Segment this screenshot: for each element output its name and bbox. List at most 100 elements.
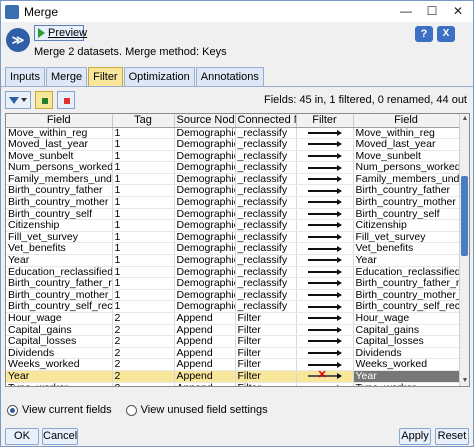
- column-header-field-out[interactable]: Field: [353, 114, 460, 128]
- table-row[interactable]: Capital_losses 2 Append Filter Capital_losse…: [6, 335, 460, 348]
- cell-field-out[interactable]: Weeks_worked: [353, 358, 460, 371]
- table-row[interactable]: Birth_country_father_recla...1Demographi…: [6, 277, 460, 290]
- column-header-source-node[interactable]: Source Node: [174, 114, 236, 128]
- filter-pass-arrow-icon[interactable]: [307, 280, 342, 287]
- filter-pass-arrow-icon[interactable]: [307, 187, 342, 194]
- filter-pass-arrow-icon[interactable]: [307, 326, 342, 333]
- filter-pass-arrow-icon[interactable]: [307, 303, 342, 310]
- table-row[interactable]: Birth_country_mother_recl...1Demographic…: [6, 289, 460, 302]
- cell-field-out[interactable]: Birth_country_father_recl...: [353, 277, 460, 290]
- cell-filter[interactable]: [296, 138, 354, 151]
- filter-pass-arrow-icon[interactable]: [307, 176, 342, 183]
- table-row[interactable]: Family_members_under181Demographic_recla…: [6, 173, 460, 186]
- cell-filter[interactable]: [296, 289, 354, 302]
- column-header-tag[interactable]: Tag: [112, 114, 175, 128]
- filter-pass-arrow-icon[interactable]: [307, 268, 342, 275]
- include-fields-toggle[interactable]: [35, 91, 53, 109]
- cell-filter[interactable]: [296, 347, 354, 360]
- window-close-button[interactable]: ✕: [445, 2, 471, 20]
- filter-pass-arrow-icon[interactable]: [307, 292, 342, 299]
- filter-pass-arrow-icon[interactable]: [307, 245, 342, 252]
- table-row[interactable]: Weeks_worked 2 Append Filter Weeks_worked: [6, 358, 460, 371]
- cell-filter[interactable]: [296, 266, 354, 279]
- cell-filter[interactable]: [296, 358, 354, 371]
- table-row[interactable]: Education_reclassified 1 Demographic _recla…: [6, 266, 460, 279]
- cell-filter[interactable]: [296, 277, 354, 290]
- maximize-button[interactable]: ☐: [419, 2, 445, 20]
- filter-pass-arrow-icon[interactable]: [307, 350, 342, 356]
- cell-filter[interactable]: [296, 208, 354, 221]
- filter-blocked-arrow-icon[interactable]: ✕: [307, 370, 342, 381]
- cell-field-out[interactable]: Capital_gains: [353, 324, 460, 337]
- cell-field-out[interactable]: Year: [353, 254, 460, 267]
- cancel-button[interactable]: Cancel: [42, 428, 78, 445]
- cell-filter[interactable]: [296, 127, 354, 140]
- cell-field-out[interactable]: Dividends: [353, 347, 460, 360]
- table-row[interactable]: Type_worker2AppendFilterType_worker: [6, 382, 460, 386]
- cell-filter[interactable]: [296, 324, 354, 337]
- table-row[interactable]: Dividends 2 Append Filter Dividends: [6, 347, 460, 360]
- filter-pass-arrow-icon[interactable]: [307, 152, 342, 159]
- filter-pass-arrow-icon[interactable]: [307, 210, 342, 217]
- filter-pass-arrow-icon[interactable]: [307, 222, 342, 229]
- table-row[interactable]: Moved_last_year 1 Demographic _reclassify Mo…: [6, 138, 460, 151]
- table-row[interactable]: Citizenship 1 Demographic _reclassify Citize…: [6, 219, 460, 232]
- tab-optimization[interactable]: Optimization: [123, 67, 195, 86]
- cell-filter[interactable]: [296, 161, 354, 174]
- cell-field-out[interactable]: Birth_country_self_reclas...: [353, 300, 460, 313]
- table-row[interactable]: Fill_vet_survey 1 Demographic _reclassify Fi…: [6, 231, 460, 244]
- scroll-up-icon[interactable]: ▲: [460, 114, 469, 124]
- cell-field-out[interactable]: Birth_country_self: [353, 208, 460, 221]
- filter-pass-arrow-icon[interactable]: [307, 257, 342, 264]
- filter-pass-arrow-icon[interactable]: [307, 164, 342, 171]
- apply-button[interactable]: Apply: [399, 428, 431, 445]
- tab-filter[interactable]: Filter: [88, 67, 123, 86]
- cell-filter[interactable]: [296, 382, 354, 386]
- cell-filter[interactable]: ✕: [296, 370, 354, 383]
- cell-field-out[interactable]: Vet_benefits: [353, 242, 460, 256]
- cell-field-out[interactable]: Family_members_under18: [353, 173, 460, 186]
- filter-pass-arrow-icon[interactable]: [307, 141, 342, 148]
- table-row[interactable]: Capital_gains 2 Append Filter Capital_gains: [6, 324, 460, 337]
- column-header-field-in[interactable]: Field: [6, 114, 113, 128]
- cell-filter[interactable]: [296, 254, 354, 267]
- table-row[interactable]: Vet_benefits 1 Demographic _reclassify Vet_b…: [6, 242, 460, 256]
- filter-pass-arrow-icon[interactable]: [307, 361, 342, 368]
- cell-field-out[interactable]: Moved_last_year: [353, 138, 460, 151]
- cell-filter[interactable]: [296, 335, 354, 348]
- table-row[interactable]: Hour_wage 2 Append Filter Hour_wage: [6, 312, 460, 325]
- filter-pass-arrow-icon[interactable]: [307, 129, 342, 136]
- cell-field-out[interactable]: Type_worker: [353, 382, 460, 386]
- view-current-fields-radio[interactable]: View current fields: [7, 404, 112, 416]
- minimize-button[interactable]: —: [393, 2, 419, 20]
- column-header-connected-node[interactable]: Connected N...: [235, 114, 297, 128]
- filter-pass-arrow-icon[interactable]: [307, 199, 342, 206]
- filter-options-dropdown[interactable]: [5, 91, 31, 109]
- cell-filter[interactable]: [296, 196, 354, 209]
- table-row[interactable]: Birth_country_self 1 Demographic _reclassif…: [6, 208, 460, 221]
- table-row[interactable]: Move_within_reg 1 Demographic _reclassify Mo…: [6, 127, 460, 140]
- cell-field-out[interactable]: Move_sunbelt: [353, 150, 460, 163]
- reset-button[interactable]: Reset: [435, 428, 469, 445]
- cell-filter[interactable]: [296, 300, 354, 313]
- close-node-button[interactable]: X: [437, 26, 455, 42]
- table-row[interactable]: Move_sunbelt 1 Demographic _reclassify Move_…: [6, 150, 460, 163]
- cell-field-out[interactable]: Education_reclassified: [353, 266, 460, 279]
- cell-field-out[interactable]: Year: [353, 370, 460, 383]
- scrollbar-thumb[interactable]: [461, 176, 468, 256]
- cell-filter[interactable]: [296, 173, 354, 186]
- cell-field-out[interactable]: Num_persons_worked: [353, 161, 460, 174]
- tab-merge[interactable]: Merge: [45, 67, 88, 86]
- table-row[interactable]: Year 2 Append Filter ✕ Year: [6, 370, 460, 383]
- cell-filter[interactable]: [296, 219, 354, 232]
- ok-button[interactable]: OK: [5, 428, 39, 445]
- table-row[interactable]: Birth_country_father 1 Demographic _reclass…: [6, 184, 460, 198]
- filter-pass-arrow-icon[interactable]: [307, 338, 342, 345]
- cell-field-out[interactable]: Fill_vet_survey: [353, 231, 460, 244]
- cell-field-out[interactable]: Capital_losses: [353, 335, 460, 348]
- cell-field-out[interactable]: Hour_wage: [353, 312, 460, 325]
- cell-filter[interactable]: [296, 184, 354, 198]
- filter-pass-arrow-icon[interactable]: [308, 384, 342, 386]
- cell-field-out[interactable]: Move_within_reg: [353, 127, 460, 140]
- table-row[interactable]: Birth_country_mother 1 Demographic _reclass…: [6, 196, 460, 209]
